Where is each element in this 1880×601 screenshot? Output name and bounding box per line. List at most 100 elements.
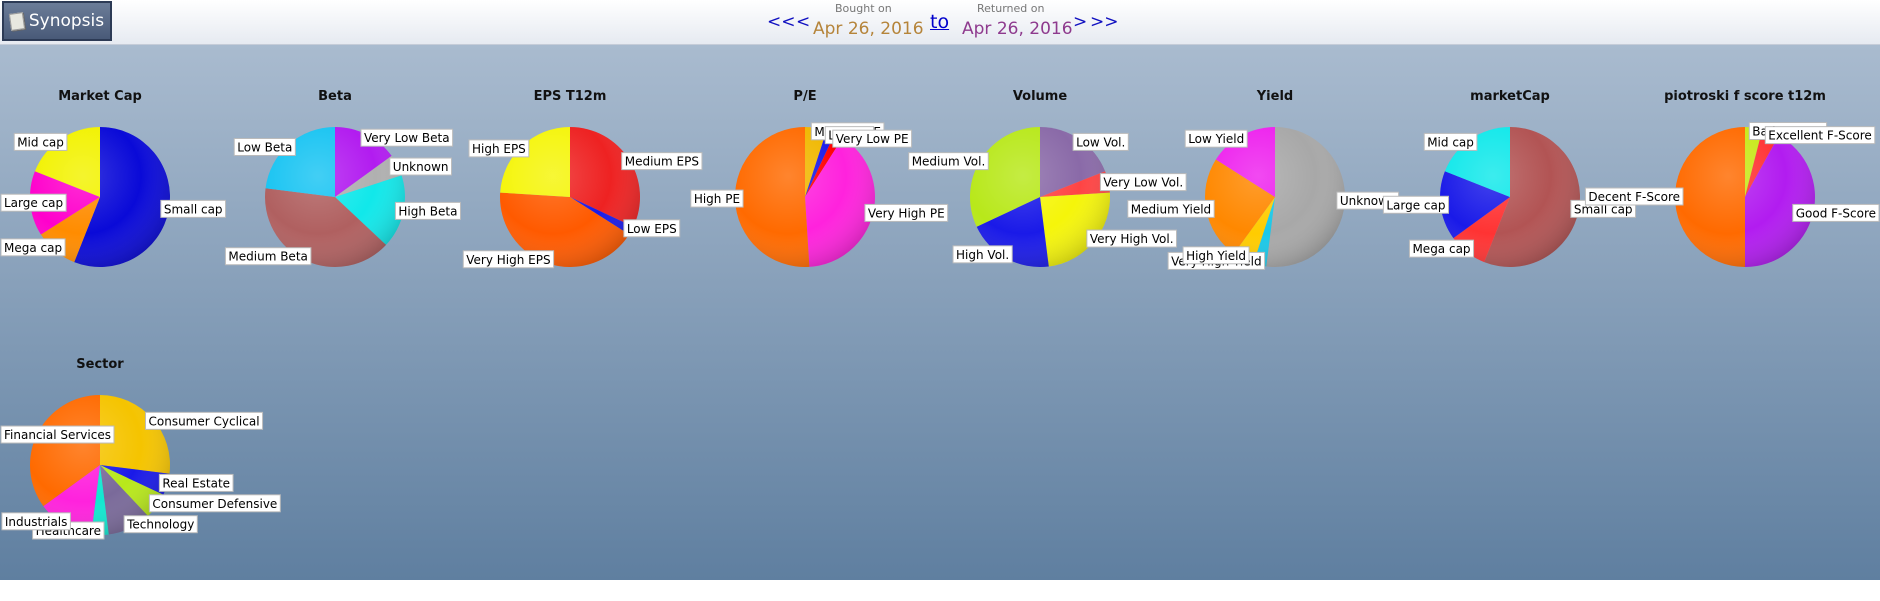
pie-slice-high-pe[interactable]: [735, 127, 810, 267]
pie-slice-high-eps[interactable]: [500, 127, 570, 197]
document-icon: [8, 11, 25, 31]
top-bar: Synopsis << < Bought on Apr 26, 2016 to …: [0, 0, 1880, 45]
chart-title: Volume: [1013, 89, 1068, 104]
slice-label-text: High EPS: [472, 142, 526, 156]
slice-label-text: High PE: [694, 192, 740, 206]
synopsis-button[interactable]: Synopsis: [2, 1, 112, 41]
chart-title: Beta: [318, 89, 352, 104]
pie-chart-volume: Volume Low Vol. Very Low Vol. Very High Vol…: [908, 89, 1187, 267]
slice-label-medium-eps: Medium EPS: [621, 152, 703, 171]
bought-date[interactable]: Apr 26, 2016: [813, 19, 924, 39]
slice-label-text: Medium EPS: [625, 155, 699, 169]
slice-label-text: Real Estate: [162, 476, 230, 490]
slice-label-text: Consumer Defensive: [152, 497, 277, 511]
slice-label-consumer-cyclical: Consumer Cyclical: [145, 411, 264, 430]
slice-label-large-cap: Large cap: [1382, 195, 1450, 214]
slice-label-financial-services: Financial Services: [0, 425, 115, 444]
slice-label-very-low-pe: Very Low PE: [832, 129, 913, 148]
returned-date[interactable]: Apr 26, 2016: [962, 19, 1073, 39]
pie-chart-beta: Beta Very Low Beta Unknown High Beta Medium …: [224, 89, 461, 267]
slice-label-text: Very High EPS: [466, 253, 550, 267]
slice-label-mid-cap: Mid cap: [1423, 132, 1478, 151]
slice-label-text: High Beta: [398, 204, 457, 218]
slice-label-high-vol: High Vol.: [952, 245, 1013, 264]
pie-chart-market-cap: Market Cap Small cap Mega cap Large cap Mid …: [0, 89, 227, 267]
first-period-button[interactable]: <<: [767, 12, 796, 32]
slice-label-high-eps: High EPS: [468, 139, 530, 158]
synopsis-label: Synopsis: [28, 11, 105, 31]
slice-label-text: Mega cap: [1412, 242, 1470, 256]
pie-chart-piotroski-f-score-t12m: piotroski f score t12mBad F ScoreExcelle…: [1584, 89, 1880, 267]
slice-label-text: Mega cap: [4, 241, 62, 255]
pie-chart-marketcap: marketCapSmall capMega capLarge capMid c…: [1382, 89, 1637, 267]
slice-label-text: Industrials: [5, 515, 68, 529]
pie-chart-eps-t12m: EPS T12m Medium EPS Low EPS Very High EPS Hi…: [462, 89, 703, 269]
slice-label-very-high-vol: Very High Vol.: [1086, 229, 1178, 248]
chart-title: EPS T12m: [534, 89, 607, 104]
slice-label-medium-vol: Medium Vol.: [908, 152, 989, 171]
slice-label-text: High Vol.: [956, 248, 1009, 262]
slice-label-text: Very Low PE: [836, 132, 909, 146]
next-period-button[interactable]: >: [1073, 12, 1087, 32]
slice-label-text: Decent F-Score: [1588, 190, 1680, 204]
slice-label-large-cap: Large cap: [0, 193, 67, 212]
slice-label-technology: Technology: [123, 515, 198, 534]
slice-label-very-high-eps: Very High EPS: [462, 250, 555, 269]
slice-label-text: Very High PE: [868, 206, 945, 220]
slice-label-consumer-defensive: Consumer Defensive: [148, 494, 281, 513]
slice-label-medium-beta: Medium Beta: [224, 247, 312, 266]
pie-chart-p-e: P/EMedium PELow PEVery Low PEVery High P…: [690, 89, 949, 267]
slice-label-text: Large cap: [4, 196, 63, 210]
slice-label-decent-f-score: Decent F-Score: [1584, 187, 1684, 206]
slice-label-text: Very Low Beta: [364, 131, 450, 145]
slice-label-industrials: Industrials: [1, 512, 71, 531]
slice-label-low-yield: Low Yield: [1184, 129, 1248, 148]
bought-on-caption: Bought on: [835, 2, 892, 15]
slice-label-high-yield: High Yield: [1182, 246, 1250, 265]
to-link[interactable]: to: [930, 11, 949, 33]
pie-slice-decent-f-score[interactable]: [1675, 127, 1745, 267]
slice-label-low-beta: Low Beta: [233, 137, 296, 156]
slice-label-small-cap: Small cap: [160, 199, 227, 218]
slice-label-text: Low Beta: [237, 140, 292, 154]
slice-label-text: Large cap: [1386, 198, 1445, 212]
pie-slice-unknown[interactable]: [1266, 127, 1345, 267]
slice-label-very-high-pe: Very High PE: [864, 203, 949, 222]
slice-label-good-f-score: Good F-Score: [1792, 203, 1880, 222]
slice-label-high-pe: High PE: [690, 189, 744, 208]
slice-label-text: Technology: [126, 518, 194, 532]
slice-label-mega-cap: Mega cap: [1408, 239, 1475, 258]
slice-label-very-low-beta: Very Low Beta: [360, 128, 454, 147]
slice-label-low-eps: Low EPS: [623, 219, 681, 238]
slice-label-excellent-f-score: Excellent F-Score: [1764, 126, 1876, 145]
slice-label-text: Excellent F-Score: [1768, 129, 1871, 143]
charts-panel: Market Cap Small cap Mega cap Large cap Mid …: [0, 45, 1880, 580]
slice-label-text: Consumer Cyclical: [149, 414, 260, 428]
last-period-button[interactable]: >>: [1090, 12, 1119, 32]
pie-slice-very-high-vol[interactable]: [1040, 192, 1110, 267]
slice-label-text: High Yield: [1186, 249, 1246, 263]
slice-label-text: Mid cap: [17, 135, 64, 149]
slice-label-text: Low Vol.: [1076, 135, 1125, 149]
returned-on-caption: Returned on: [977, 2, 1045, 15]
slice-label-text: Medium Yield: [1131, 202, 1211, 216]
chart-title: marketCap: [1470, 89, 1550, 104]
pie-slice-low-beta[interactable]: [265, 127, 335, 197]
slice-label-mega-cap: Mega cap: [0, 238, 66, 257]
slice-label-mid-cap: Mid cap: [13, 132, 68, 151]
slice-label-text: Medium Beta: [228, 250, 307, 264]
slice-label-text: Small cap: [164, 202, 223, 216]
slice-label-text: Unknown: [393, 160, 449, 174]
slice-label-text: Low EPS: [627, 222, 677, 236]
slice-label-real-estate: Real Estate: [158, 473, 234, 492]
chart-title: Yield: [1256, 89, 1293, 104]
slice-label-high-beta: High Beta: [394, 201, 461, 220]
slice-label-text: Low Yield: [1188, 132, 1244, 146]
slice-label-text: Medium Vol.: [912, 155, 986, 169]
slice-label-text: Mid cap: [1427, 135, 1474, 149]
chart-title: piotroski f score t12m: [1664, 89, 1826, 104]
slice-label-very-low-vol: Very Low Vol.: [1099, 173, 1187, 192]
slice-label-text: Good F-Score: [1796, 206, 1876, 220]
previous-period-button[interactable]: <: [796, 12, 810, 32]
slice-label-unknown: Unknown: [389, 157, 453, 176]
